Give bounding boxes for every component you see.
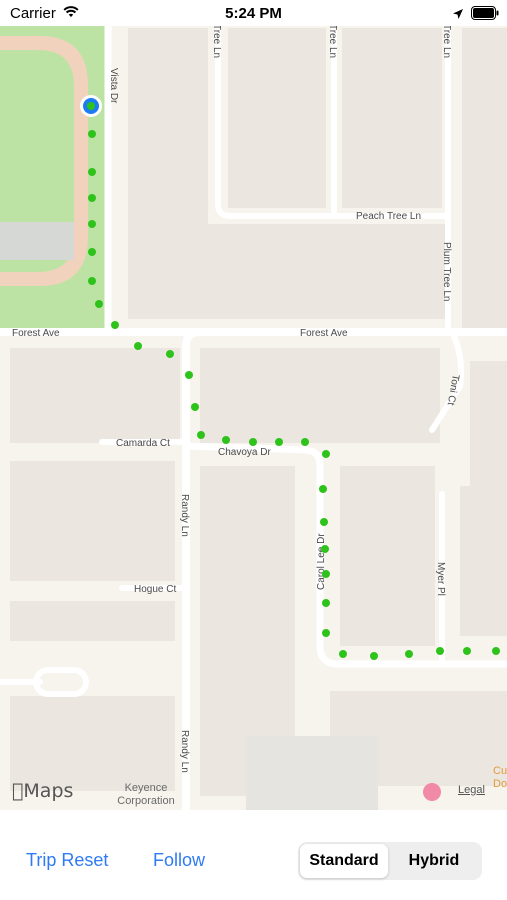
- street-label-chavoya-dr: Chavoya Dr: [218, 447, 271, 458]
- place-label-partial-do: Do: [493, 778, 507, 790]
- trail-dot: [322, 570, 330, 578]
- battery-icon: [471, 6, 499, 25]
- trail-dot: [88, 220, 96, 228]
- trail-dot: [222, 436, 230, 444]
- street-label-peach-tree-ln: Peach Tree Ln: [356, 211, 421, 222]
- trail-dot: [88, 248, 96, 256]
- trail-dot: [492, 647, 500, 655]
- clock-time: 5:24 PM: [225, 5, 282, 22]
- street-label-tree-ln-2: Tree Ln: [327, 26, 338, 58]
- street-label-randy-ln-1: Randy Ln: [179, 494, 190, 537]
- street-label-tree-ln-3: Tree Ln: [441, 26, 452, 58]
- street-label-camarda-ct: Camarda Ct: [116, 438, 170, 449]
- street-label-forest-ave-east: Forest Ave: [300, 328, 348, 339]
- trail-dot: [321, 545, 329, 553]
- trail-dot: [322, 450, 330, 458]
- trail-dot: [320, 518, 328, 526]
- poi-marker-icon[interactable]: [423, 783, 441, 801]
- trail-dot: [95, 300, 103, 308]
- street-label-carol-lee-dr: Carol Lee Dr: [316, 533, 327, 590]
- trail-dot: [197, 431, 205, 439]
- street-label-myer-pl: Myer Pl: [435, 562, 446, 596]
- trip-reset-button[interactable]: Trip Reset: [26, 850, 108, 871]
- street-label-forest-ave-west: Forest Ave: [12, 328, 60, 339]
- trail-dot: [88, 168, 96, 176]
- street-label-randy-ln-2: Randy Ln: [179, 730, 190, 773]
- trail-dot: [166, 350, 174, 358]
- trail-dot: [322, 629, 330, 637]
- status-bar: Carrier 5:24 PM: [0, 0, 507, 26]
- trail-dot: [301, 438, 309, 446]
- trail-dot: [88, 194, 96, 202]
- trail-dot: [405, 650, 413, 658]
- trail-dot: [191, 403, 199, 411]
- trail-dot: [339, 650, 347, 658]
- trail-dot: [88, 277, 96, 285]
- apple-maps-logo: Maps: [12, 780, 73, 802]
- street-label-tree-ln-1: Tree Ln: [211, 26, 222, 58]
- trail-dot: [370, 652, 378, 660]
- legal-link[interactable]: Legal: [458, 784, 485, 796]
- location-arrow-icon: [452, 7, 464, 25]
- trail-dot: [111, 321, 119, 329]
- place-label-corporation: Corporation: [117, 795, 174, 807]
- street-label-hogue-ct: Hogue Ct: [134, 584, 176, 595]
- trail-dot: [436, 647, 444, 655]
- place-label-keyence: Keyence: [125, 782, 168, 794]
- maps-attribution: Maps: [12, 780, 73, 802]
- street-label-vista-dr: Vista Dr: [108, 68, 119, 104]
- street-label-plum-tree-ln: Plum Tree Ln: [441, 242, 452, 301]
- segment-hybrid[interactable]: Hybrid: [390, 844, 478, 878]
- trail-dot: [134, 342, 142, 350]
- place-label-partial-cu: Cu: [493, 765, 507, 777]
- trail-dot: [249, 438, 257, 446]
- apple-logo-icon: : [12, 780, 23, 802]
- trail-dot: [88, 130, 96, 138]
- follow-button[interactable]: Follow: [153, 850, 205, 871]
- trail-dot: [319, 485, 327, 493]
- trail-dot: [275, 438, 283, 446]
- bottom-toolbar: Trip Reset Follow Standard Hybrid: [0, 810, 507, 900]
- map-type-segmented-control: Standard Hybrid: [298, 842, 482, 880]
- trail-dot: [463, 647, 471, 655]
- trail-dot: [185, 371, 193, 379]
- map-view[interactable]: Vista Dr Tree Ln Tree Ln Tree Ln Peach T…: [0, 26, 507, 810]
- trail-dot: [322, 599, 330, 607]
- segment-standard[interactable]: Standard: [300, 844, 388, 878]
